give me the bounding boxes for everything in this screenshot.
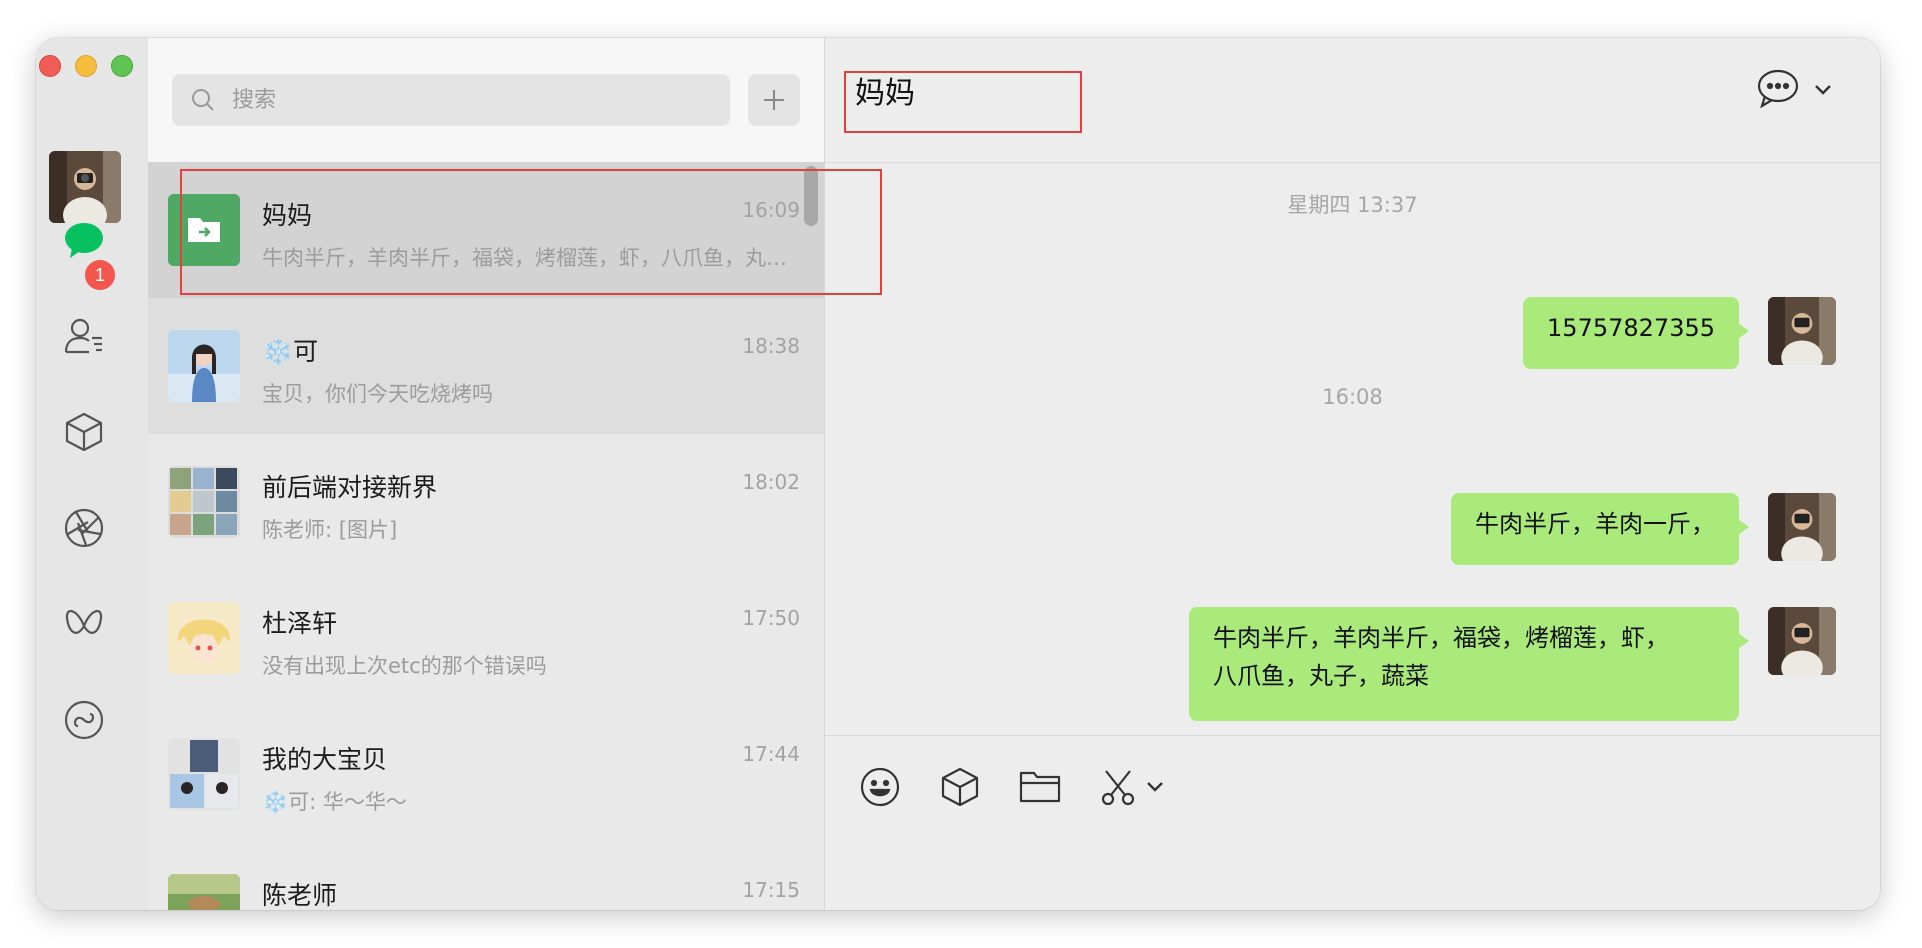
chevron-down-icon bbox=[1147, 782, 1163, 792]
chat-avatar bbox=[168, 330, 240, 402]
chat-bubble-icon bbox=[65, 223, 103, 258]
contacts-icon bbox=[64, 318, 102, 354]
conversation-panel: 妈妈 星期四 13:37 15757827355 16:08 牛肉半斤，羊肉一斤… bbox=[825, 38, 1880, 910]
channels-nav-button[interactable] bbox=[60, 600, 108, 648]
moments-nav-button[interactable] bbox=[60, 504, 108, 552]
cube-icon bbox=[941, 767, 979, 807]
chat-item-preview: 没有出现上次etc的那个错误吗 bbox=[262, 654, 547, 678]
conversation-actions bbox=[1756, 68, 1832, 112]
timestamp: 16:08 bbox=[1322, 385, 1383, 409]
chat-options-icon bbox=[1757, 69, 1799, 109]
mini-programs-nav-button[interactable] bbox=[60, 696, 108, 744]
search-icon bbox=[190, 87, 220, 113]
chat-item-dabaobei[interactable]: 我的大宝贝 17:44 ❄️可: 华～华～ bbox=[148, 706, 824, 842]
chat-item-name: 我的大宝贝 bbox=[262, 745, 388, 774]
new-chat-button[interactable] bbox=[748, 74, 800, 126]
search-input[interactable] bbox=[230, 86, 714, 114]
chat-item-time: 17:50 bbox=[742, 606, 800, 630]
my-message-avatar[interactable] bbox=[1768, 493, 1836, 561]
send-file-button[interactable] bbox=[1015, 762, 1065, 812]
chat-item-group[interactable]: 前后端对接新界 18:02 陈老师: [图片] bbox=[148, 434, 824, 570]
emoji-button[interactable] bbox=[855, 762, 905, 812]
conversation-title: 妈妈 bbox=[855, 76, 915, 111]
group-avatar bbox=[168, 738, 240, 810]
chat-list-header bbox=[148, 38, 824, 162]
chat-list-panel: 妈妈 16:09 牛肉半斤，羊肉半斤，福袋，烤榴莲，虾，八爪鱼，丸子，蔬菜 ❄️… bbox=[148, 38, 825, 910]
scissors-icon bbox=[1101, 770, 1135, 806]
message-bubble[interactable]: 牛肉半斤，羊肉半斤，福袋，烤榴莲，虾， 八爪鱼，丸子，蔬菜 bbox=[1189, 607, 1749, 721]
chat-item-time: 17:44 bbox=[742, 742, 800, 766]
timestamp: 星期四 13:37 bbox=[1287, 193, 1418, 217]
search-box[interactable] bbox=[172, 74, 730, 126]
minimize-window-button[interactable] bbox=[75, 55, 97, 77]
file-transfer-avatar bbox=[168, 194, 240, 266]
screenshot-button[interactable] bbox=[1095, 762, 1145, 812]
chat-item-name: 陈老师 bbox=[262, 881, 338, 910]
chat-item-name: 杜泽轩 bbox=[262, 609, 338, 638]
favorites-button[interactable] bbox=[935, 762, 985, 812]
message-text-line: 八爪鱼，丸子，蔬菜 bbox=[1213, 662, 1429, 690]
favorites-nav-button[interactable] bbox=[60, 408, 108, 456]
chat-item-time: 18:02 bbox=[742, 470, 800, 494]
chat-item-time: 18:38 bbox=[742, 334, 800, 358]
my-avatar[interactable] bbox=[49, 151, 121, 223]
wechat-window: 1 搜索 妈妈 16:09 牛肉半斤，羊肉半斤，福袋，烤榴莲，虾，八爪鱼，丸子，… bbox=[36, 38, 1880, 910]
chat-item-preview: 宝贝，你们今天吃烧烤吗 bbox=[262, 382, 493, 406]
message-area: 星期四 13:37 15757827355 16:08 牛肉半斤，羊肉一斤， 牛… bbox=[825, 163, 1880, 735]
file-transfer-icon bbox=[168, 194, 240, 266]
chats-nav-button[interactable] bbox=[60, 216, 108, 264]
emoji-icon bbox=[860, 767, 900, 807]
plus-icon bbox=[764, 90, 784, 110]
chat-item-mama[interactable]: 妈妈 16:09 牛肉半斤，羊肉半斤，福袋，烤榴莲，虾，八爪鱼，丸子，蔬菜 bbox=[148, 162, 824, 298]
message-text-line: 牛肉半斤，羊肉半斤，福袋，烤榴莲，虾， bbox=[1213, 624, 1669, 652]
chat-info-button[interactable] bbox=[1756, 68, 1800, 112]
zoom-window-button[interactable] bbox=[111, 55, 133, 77]
sidebar-nav: 1 bbox=[36, 38, 148, 910]
chat-list-scrollbar[interactable] bbox=[804, 166, 818, 226]
chat-item-name: 妈妈 bbox=[262, 201, 313, 230]
chat-item-chenlaoshi[interactable]: 陈老师 17:15 bbox=[148, 842, 824, 910]
chat-item-duzexuan[interactable]: 杜泽轩 17:50 没有出现上次etc的那个错误吗 bbox=[148, 570, 824, 706]
unread-badge: 1 bbox=[85, 260, 115, 290]
message-bubble[interactable]: 15757827355 bbox=[1523, 297, 1749, 369]
chat-item-preview: 牛肉半斤，羊肉半斤，福袋，烤榴莲，虾，八爪鱼，丸子，蔬菜 bbox=[262, 246, 802, 270]
my-message-avatar[interactable] bbox=[1768, 297, 1836, 365]
folder-icon bbox=[1019, 771, 1061, 803]
message-text: 牛肉半斤，羊肉一斤， bbox=[1475, 510, 1715, 538]
chat-item-ke[interactable]: ❄️可 18:38 宝贝，你们今天吃烧烤吗 bbox=[148, 298, 824, 434]
contacts-nav-button[interactable] bbox=[60, 312, 108, 360]
chat-item-preview: ❄️可: 华～华～ bbox=[262, 790, 407, 814]
my-message-avatar[interactable] bbox=[1768, 607, 1836, 675]
screenshot-options-button[interactable] bbox=[1143, 762, 1167, 812]
butterfly-icon bbox=[65, 609, 103, 634]
message-composer[interactable] bbox=[825, 735, 1880, 910]
group-avatar bbox=[168, 466, 240, 538]
chat-avatar bbox=[168, 874, 240, 910]
chevron-down-icon[interactable] bbox=[1814, 81, 1832, 100]
chat-avatar bbox=[168, 602, 240, 674]
link-circle-icon bbox=[64, 700, 104, 740]
chat-item-name: ❄️可 bbox=[262, 337, 319, 366]
close-window-button[interactable] bbox=[39, 55, 61, 77]
message-text: 15757827355 bbox=[1547, 314, 1715, 342]
chat-item-preview: 陈老师: [图片] bbox=[262, 518, 398, 542]
aperture-icon bbox=[64, 508, 104, 548]
cube-icon bbox=[65, 412, 103, 452]
chat-item-time: 16:09 bbox=[742, 198, 800, 222]
message-bubble[interactable]: 牛肉半斤，羊肉一斤， bbox=[1451, 493, 1749, 565]
chat-item-time: 17:15 bbox=[742, 878, 800, 902]
conversation-header: 妈妈 bbox=[825, 38, 1880, 163]
chat-item-name: 前后端对接新界 bbox=[262, 473, 438, 502]
